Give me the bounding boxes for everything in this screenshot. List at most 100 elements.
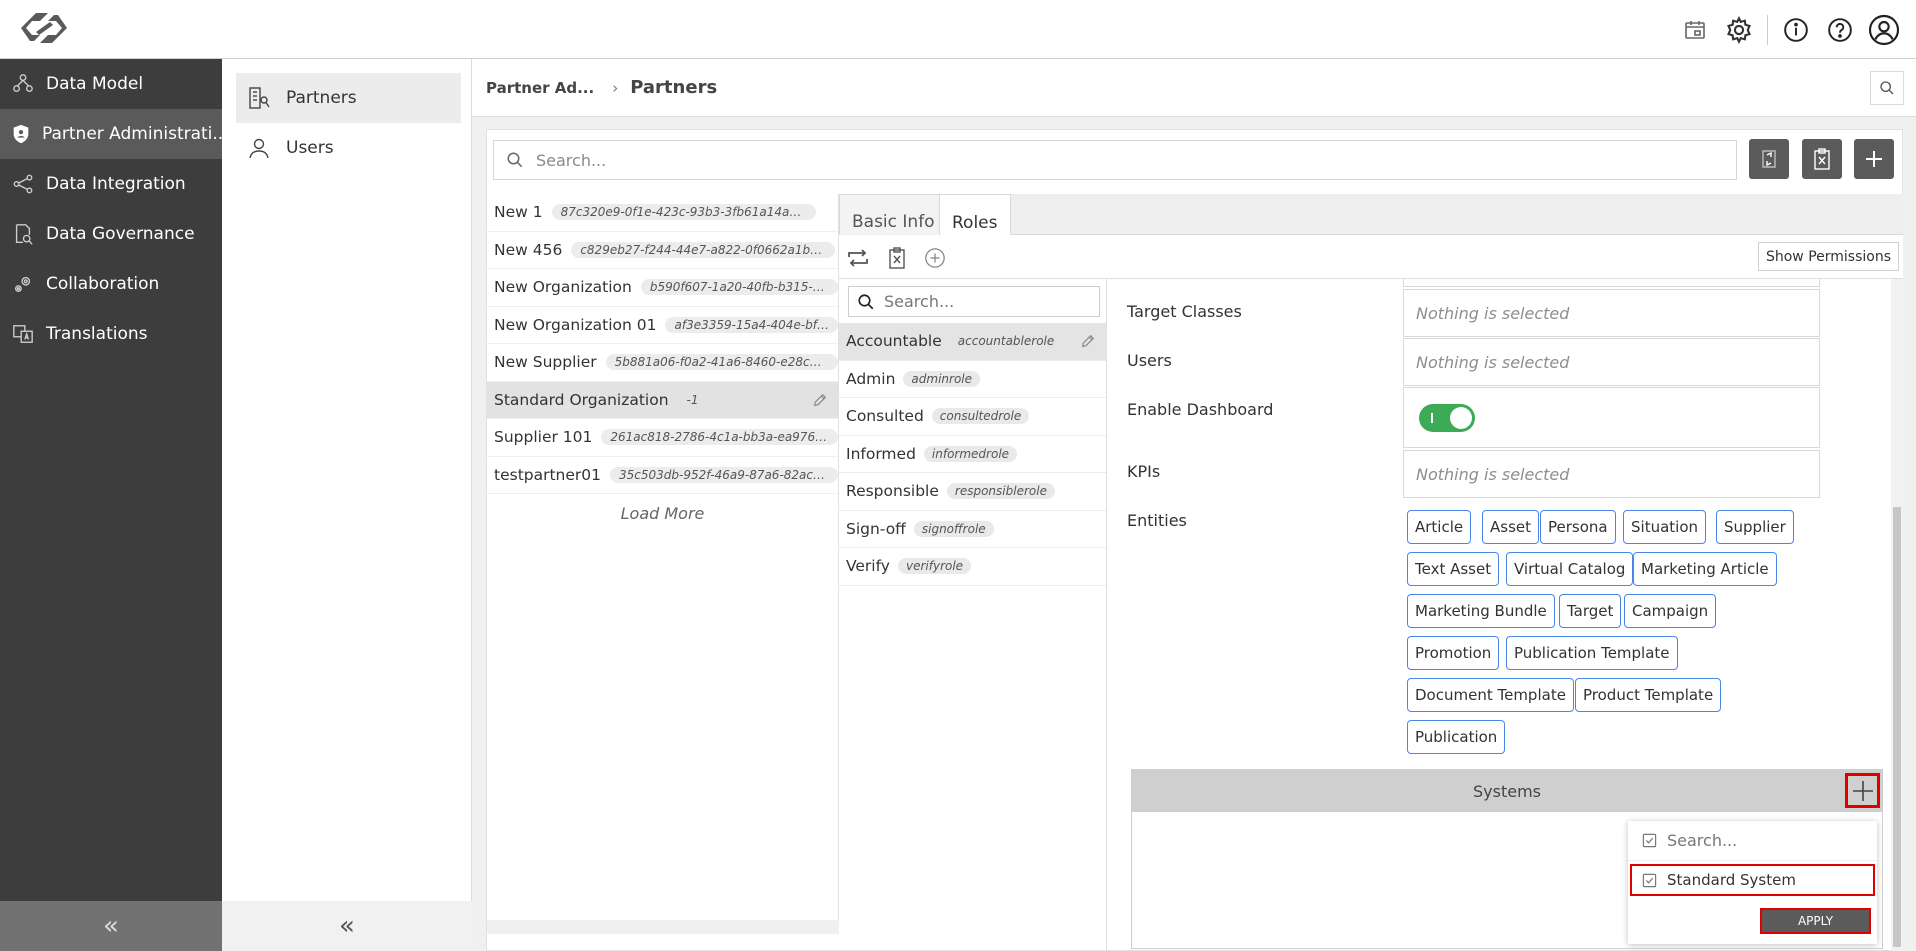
entity-chip[interactable]: Article — [1407, 510, 1472, 544]
entity-chip[interactable]: Campaign — [1624, 594, 1717, 628]
roles-search-input[interactable]: Search... — [848, 286, 1100, 317]
nav-item-data-governance[interactable]: Data Governance — [0, 209, 222, 259]
user-icon — [246, 135, 272, 161]
partner-row-selected[interactable]: Standard Organization -1 — [487, 381, 838, 419]
role-tag: signoffrole — [913, 520, 994, 537]
nav-collapse-button[interactable]: « — [0, 901, 222, 951]
entity-chip[interactable]: Supplier — [1716, 510, 1794, 544]
load-more-link[interactable]: Load More — [487, 494, 838, 532]
help-icon[interactable] — [1818, 8, 1862, 52]
nav-item-partner-administration[interactable]: Partner Administrati... — [0, 109, 222, 159]
dropdown-option-label: Standard System — [1667, 871, 1796, 889]
role-row[interactable]: Verify verifyrole — [839, 548, 1106, 586]
nav-label: Collaboration — [46, 274, 160, 294]
subnav-item-partners[interactable]: Partners — [236, 73, 461, 123]
delete-button[interactable] — [1802, 139, 1842, 179]
search-placeholder: Search... — [884, 292, 955, 311]
role-tag: accountablerole — [957, 334, 1055, 349]
partner-row[interactable]: Supplier 101 261ac818-2786-4c1a-bb3a-ea9… — [487, 419, 838, 457]
entity-chip[interactable]: Product Template — [1575, 678, 1722, 712]
subnav-collapse-button[interactable]: « — [222, 901, 472, 951]
target-classes-select[interactable]: Nothing is selected — [1403, 289, 1820, 337]
entity-chip[interactable]: Virtual Catalog — [1506, 552, 1634, 586]
nav-item-collaboration[interactable]: Collaboration — [0, 259, 222, 309]
dropdown-search-input[interactable]: Search... — [1628, 821, 1877, 861]
apply-button[interactable]: APPLY — [1760, 908, 1871, 934]
entity-chip[interactable]: Persona — [1540, 510, 1616, 544]
role-row[interactable]: Sign-off signoffrole — [839, 511, 1106, 548]
nav-item-data-model[interactable]: Data Model — [0, 59, 222, 109]
user-avatar-icon[interactable] — [1862, 8, 1906, 52]
pencil-icon[interactable] — [812, 392, 828, 412]
systems-title: Systems — [1473, 781, 1541, 801]
entity-chip[interactable]: Publication — [1407, 720, 1506, 754]
role-row-selected[interactable]: Accountable accountablerole — [839, 323, 1106, 361]
tab-label: Roles — [952, 213, 998, 233]
partner-row[interactable]: New Organization 01 af3e3359-15a4-404e-b… — [487, 307, 838, 344]
partner-row[interactable]: New 456 c829eb27-f244-44e7-a822-0f0662a1… — [487, 232, 838, 269]
form-scrollbar[interactable] — [1891, 279, 1903, 951]
entity-chip[interactable]: Situation — [1623, 510, 1707, 544]
partner-name: testpartner01 — [494, 465, 602, 484]
role-row[interactable]: Informed informedrole — [839, 436, 1106, 473]
nav-item-translations[interactable]: Translations — [0, 309, 222, 359]
nav-label: Data Integration — [46, 174, 186, 194]
target-classes-label: Target Classes — [1127, 302, 1242, 321]
checkbox-icon — [1642, 833, 1657, 848]
entity-chip[interactable]: Asset — [1482, 510, 1540, 544]
page-title: Partners — [630, 77, 718, 98]
gear-icon[interactable] — [1717, 8, 1761, 52]
add-system-button[interactable] — [1845, 773, 1880, 808]
top-icons — [1673, 0, 1916, 59]
scrollbar-thumb[interactable] — [1893, 507, 1901, 947]
subnav-label: Partners — [286, 88, 357, 108]
partner-row[interactable]: New 1 87c320e9-0f1e-423c-93b3-3fb61a14a4… — [487, 194, 838, 232]
partner-row[interactable]: New Organization b590f607-1a20-40fb-b315… — [487, 269, 838, 307]
show-permissions-button[interactable]: Show Permissions — [1757, 242, 1899, 271]
role-row[interactable]: Admin adminrole — [839, 361, 1106, 398]
horizontal-scrollbar[interactable] — [487, 920, 839, 934]
roles-list: Search... Accountable accountablerole Ad… — [839, 279, 1107, 951]
breadcrumb-parent[interactable]: Partner Ad... — [486, 79, 594, 97]
partner-name: New 1 — [494, 203, 543, 222]
enable-dashboard-toggle[interactable] — [1419, 403, 1475, 432]
role-row[interactable]: Responsible responsiblerole — [839, 473, 1106, 511]
entity-chip[interactable]: Document Template — [1407, 678, 1574, 712]
refresh-roles-icon[interactable] — [845, 245, 871, 271]
entity-chip[interactable]: Target — [1559, 594, 1622, 628]
subnav-item-users[interactable]: Users — [236, 123, 461, 173]
info-icon[interactable] — [1774, 8, 1818, 52]
role-tag: verifyrole — [897, 558, 972, 575]
nav-item-data-integration[interactable]: Data Integration — [0, 159, 222, 209]
entity-chip[interactable]: Text Asset — [1407, 552, 1500, 586]
pencil-icon[interactable] — [1080, 333, 1096, 353]
app-logo-icon[interactable] — [20, 10, 68, 46]
previous-field-box[interactable] — [1403, 279, 1820, 287]
breadcrumb-search-button[interactable] — [1870, 71, 1904, 105]
refresh-button[interactable] — [1749, 139, 1789, 179]
entity-chip[interactable]: Marketing Bundle — [1407, 594, 1555, 628]
role-tag: consultedrole — [931, 408, 1030, 425]
partner-row[interactable]: New Supplier 5b881a06-f0a2-41a6-8460-e28… — [487, 344, 838, 382]
clipboard-delete-icon[interactable] — [884, 245, 910, 271]
role-row[interactable]: Consulted consultedrole — [839, 398, 1106, 436]
select-placeholder: Nothing is selected — [1416, 464, 1570, 484]
plus-icon — [1866, 151, 1882, 167]
calendar-icon[interactable] — [1673, 8, 1717, 52]
tab-basic-info[interactable]: Basic Info — [839, 194, 948, 235]
partner-search-input[interactable]: Search... — [493, 140, 1737, 180]
kpis-select[interactable]: Nothing is selected — [1403, 450, 1820, 498]
dropdown-search-placeholder: Search... — [1667, 831, 1738, 850]
tab-roles[interactable]: Roles — [939, 194, 1011, 236]
add-role-icon[interactable] — [922, 245, 948, 271]
dropdown-option-standard-system[interactable]: Standard System — [1630, 864, 1875, 896]
entity-chip[interactable]: Marketing Article — [1633, 552, 1777, 586]
subnav-label: Users — [286, 138, 334, 158]
add-partner-button[interactable] — [1854, 139, 1894, 179]
entity-chip[interactable]: Publication Template — [1506, 636, 1678, 670]
nav-label: Translations — [46, 324, 148, 344]
entity-chip[interactable]: Promotion — [1407, 636, 1500, 670]
data-model-icon — [10, 71, 36, 97]
users-select[interactable]: Nothing is selected — [1403, 338, 1820, 386]
partner-row[interactable]: testpartner01 35c503db-952f-46a9-87a6-82… — [487, 457, 838, 494]
